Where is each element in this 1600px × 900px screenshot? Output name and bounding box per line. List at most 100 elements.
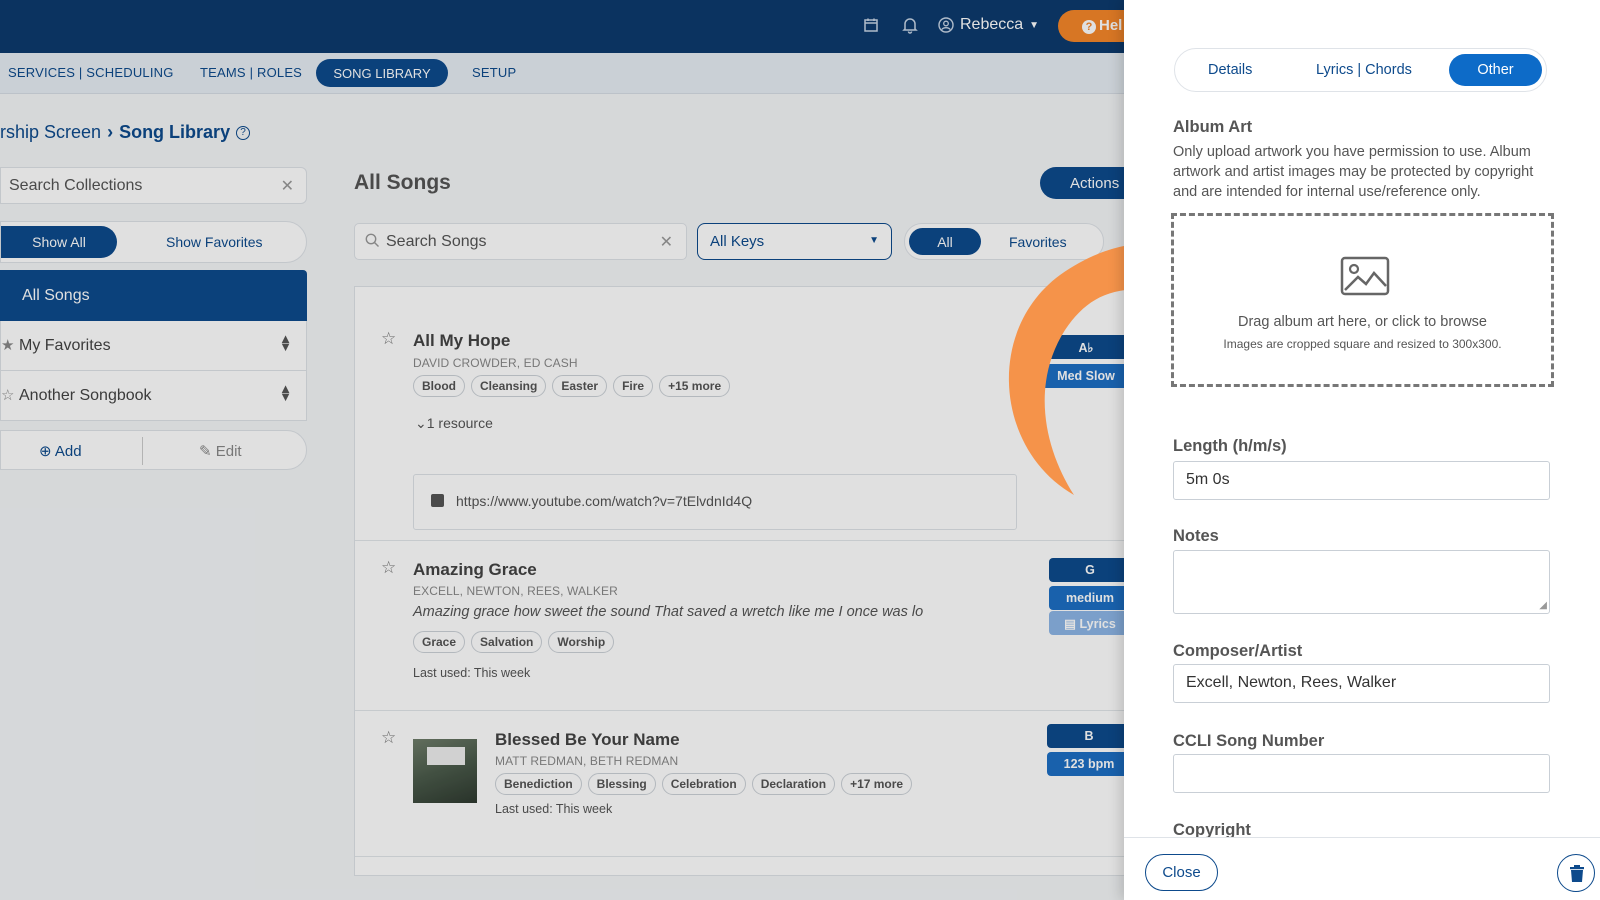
last-used: Last used: This week <box>413 666 531 680</box>
help-circle-icon[interactable]: ? <box>236 125 251 140</box>
clear-icon[interactable]: ✕ <box>281 176 294 196</box>
album-art-description: Only upload artwork you have permission … <box>1173 144 1534 200</box>
image-icon <box>1340 256 1390 301</box>
tempo-badge: medium <box>1049 586 1131 610</box>
edit-collection-button[interactable]: ✎ Edit <box>199 442 242 460</box>
close-button[interactable]: Close <box>1145 854 1218 891</box>
favorite-star-icon[interactable]: ☆ <box>381 728 396 748</box>
tag[interactable]: Blessing <box>587 773 656 795</box>
collection-my-favorites[interactable]: ★ My Favorites ▲ ▼ <box>0 321 307 371</box>
length-label: Length (h/m/s) <box>1173 437 1287 455</box>
clear-icon[interactable]: ✕ <box>660 232 673 252</box>
song-artists: DAVID CROWDER, ED CASH <box>413 356 578 370</box>
favorite-star-icon[interactable]: ☆ <box>381 558 396 578</box>
sort-icon[interactable]: ▲ ▼ <box>279 332 292 353</box>
edit-label: Edit <box>215 443 242 460</box>
bell-icon[interactable] <box>902 17 920 35</box>
tag[interactable]: Grace <box>413 631 466 653</box>
album-art-dropzone[interactable]: Drag album art here, or click to browse … <box>1171 213 1554 387</box>
tag[interactable]: Benediction <box>495 773 582 795</box>
show-all-button[interactable]: Show All <box>1 226 117 258</box>
composer-input[interactable]: Excell, Newton, Rees, Walker <box>1173 664 1550 703</box>
ccli-input[interactable] <box>1173 754 1550 793</box>
resource-url[interactable]: https://www.youtube.com/watch?v=7tElvdnI… <box>456 493 752 509</box>
star-outline-icon: ☆ <box>1 387 15 404</box>
search-collections-placeholder: Search Collections <box>9 177 143 194</box>
keys-selected: All Keys <box>710 233 765 250</box>
key-badge: B <box>1047 724 1131 748</box>
resources-count: 1 resource <box>426 415 493 431</box>
keys-select[interactable]: All Keys ▼ <box>697 223 892 260</box>
tag[interactable]: Blood <box>413 375 465 397</box>
tag[interactable]: Cleansing <box>471 375 547 397</box>
chevron-right-icon: › <box>107 122 114 142</box>
filter-favorites-button[interactable]: Favorites <box>1009 234 1067 250</box>
dropzone-instruction: Drag album art here, or click to browse <box>1237 314 1487 330</box>
collection-all-songs[interactable]: All Songs <box>0 270 307 321</box>
lyrics-label: Lyrics <box>1079 617 1116 631</box>
trash-icon <box>1570 865 1584 882</box>
delete-button[interactable] <box>1557 854 1595 892</box>
search-songs-input[interactable]: Search Songs ✕ <box>354 223 687 260</box>
breadcrumb-parent[interactable]: rship Screen <box>0 122 101 143</box>
nav-setup[interactable]: SETUP <box>472 65 516 80</box>
nav-services-scheduling[interactable]: SERVICES | SCHEDULING <box>8 65 174 80</box>
search-collections-input[interactable]: Search Collections ✕ <box>0 167 307 204</box>
chevron-down-icon: ▼ <box>1029 19 1040 31</box>
sort-icon[interactable]: ▲ ▼ <box>279 382 292 403</box>
drawer-tabs: Details Lyrics | Chords Other <box>1174 48 1547 92</box>
tag[interactable]: Salvation <box>471 631 543 653</box>
caret-down-icon: ▼ <box>869 235 879 246</box>
song-title[interactable]: All My Hope <box>413 331 510 351</box>
document-icon: ▤ <box>1064 617 1076 631</box>
tag[interactable]: Declaration <box>751 773 836 795</box>
show-favorites-button[interactable]: Show Favorites <box>166 234 262 250</box>
last-used: Last used: This week <box>495 802 613 816</box>
notes-textarea[interactable]: ◢ <box>1173 550 1550 614</box>
dropzone-note: Images are cropped square and resized to… <box>1223 337 1502 351</box>
chevron-down-icon: ⌄ <box>415 415 427 431</box>
page-title: All Songs <box>354 171 451 194</box>
filter-all-button[interactable]: All <box>909 228 981 255</box>
question-icon: ? <box>1082 20 1096 34</box>
favorite-star-icon[interactable]: ☆ <box>381 329 396 349</box>
tab-lyrics-chords[interactable]: Lyrics | Chords <box>1316 62 1412 78</box>
notes-label: Notes <box>1173 527 1219 545</box>
user-menu[interactable]: Rebecca ▼ <box>938 16 1039 34</box>
tag[interactable]: Worship <box>548 631 615 653</box>
tag[interactable]: Fire <box>613 375 654 397</box>
more-tags[interactable]: +15 more <box>659 375 731 397</box>
more-tags[interactable]: +17 more <box>841 773 913 795</box>
resources-toggle[interactable]: ⌄1 resource <box>415 415 493 432</box>
resize-grip-icon[interactable]: ◢ <box>1539 600 1547 611</box>
song-title[interactable]: Blessed Be Your Name <box>495 730 680 750</box>
album-art-sign <box>427 747 465 765</box>
add-collection-button[interactable]: ⊕ Add <box>39 442 82 460</box>
tag[interactable]: Easter <box>552 375 608 397</box>
song-row[interactable]: ☆ Blessed Be Your Name MATT REDMAN, BETH… <box>355 711 1153 857</box>
help-label: Hel <box>1099 17 1123 34</box>
calendar-icon[interactable] <box>863 17 881 35</box>
collection-another-songbook[interactable]: ☆ Another Songbook ▲ ▼ <box>0 371 307 421</box>
length-input[interactable]: 5m 0s <box>1173 461 1550 500</box>
tempo-badge: 123 bpm <box>1047 752 1131 776</box>
collection-label: Another Songbook <box>19 387 152 404</box>
tempo-badge: Med Slow <box>1041 364 1131 388</box>
song-row[interactable]: ☆ Amazing Grace EXCELL, NEWTON, REES, WA… <box>355 541 1153 711</box>
tab-other[interactable]: Other <box>1449 54 1542 86</box>
key-badge: G <box>1049 558 1131 582</box>
nav-song-library[interactable]: SONG LIBRARY <box>316 59 448 87</box>
tag[interactable]: Celebration <box>661 773 746 795</box>
song-tags: Benediction Blessing Celebration Declara… <box>495 773 913 795</box>
add-label: Add <box>54 443 82 460</box>
lyrics-badge: ▤ Lyrics <box>1049 611 1131 635</box>
nav-teams-roles[interactable]: TEAMS | ROLES <box>200 65 302 80</box>
song-row[interactable]: ☆ All My Hope DAVID CROWDER, ED CASH Blo… <box>355 309 1153 541</box>
song-artists: MATT REDMAN, BETH REDMAN <box>495 754 679 768</box>
ccli-label: CCLI Song Number <box>1173 732 1325 750</box>
song-title[interactable]: Amazing Grace <box>413 560 537 580</box>
drawer-footer: Close <box>1124 837 1600 900</box>
resource-link[interactable]: https://www.youtube.com/watch?v=7tElvdnI… <box>413 474 1017 530</box>
collection-actions: ⊕ Add ✎ Edit <box>0 430 307 470</box>
tab-details[interactable]: Details <box>1208 62 1252 78</box>
